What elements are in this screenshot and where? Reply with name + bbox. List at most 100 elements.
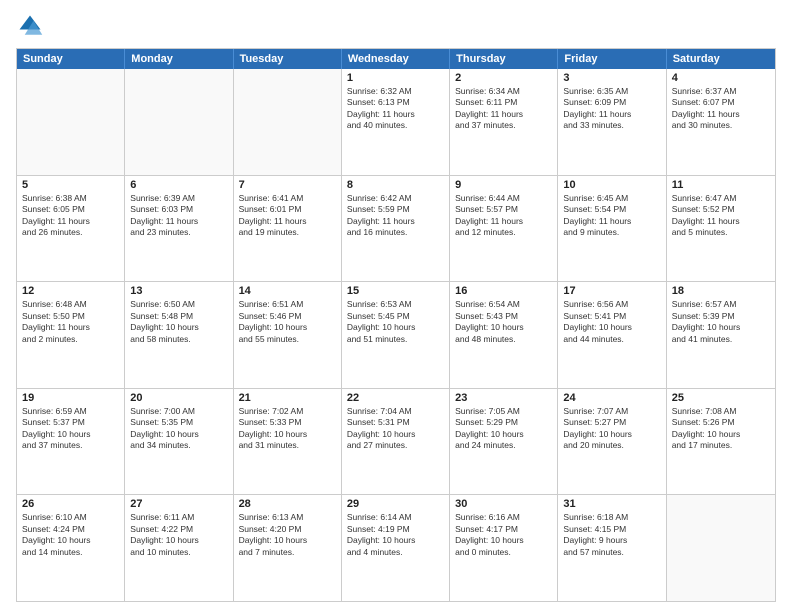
day-info: Sunrise: 6:54 AM Sunset: 5:43 PM Dayligh…: [455, 299, 552, 345]
day-number: 17: [563, 285, 660, 297]
day-number: 27: [130, 498, 227, 510]
day-number: 9: [455, 179, 552, 191]
day-cell-23: 23 Sunrise: 7:05 AM Sunset: 5:29 PM Dayli…: [450, 389, 558, 495]
calendar: SundayMondayTuesdayWednesdayThursdayFrid…: [16, 48, 776, 602]
day-cell-27: 27 Sunrise: 6:11 AM Sunset: 4:22 PM Dayli…: [125, 495, 233, 601]
day-cell-26: 26Sunrise: 6:10 AM Sunset: 4:24 PM Dayli…: [17, 495, 125, 601]
day-info: Sunrise: 6:13 AM Sunset: 4:20 PM Dayligh…: [239, 512, 336, 558]
day-number: 29: [347, 498, 444, 510]
day-number: 8: [347, 179, 444, 191]
day-info: Sunrise: 6:50 AM Sunset: 5:48 PM Dayligh…: [130, 299, 227, 345]
header-day-wednesday: Wednesday: [342, 49, 450, 69]
empty-cell: [17, 69, 125, 175]
day-cell-21: 21Sunrise: 7:02 AM Sunset: 5:33 PM Dayli…: [234, 389, 342, 495]
day-number: 11: [672, 179, 770, 191]
day-info: Sunrise: 6:37 AM Sunset: 6:07 PM Dayligh…: [672, 86, 770, 132]
calendar-row-1: 5Sunrise: 6:38 AM Sunset: 6:05 PM Daylig…: [17, 176, 775, 283]
header-day-friday: Friday: [558, 49, 666, 69]
day-info: Sunrise: 6:35 AM Sunset: 6:09 PM Dayligh…: [563, 86, 660, 132]
day-cell-10: 10 Sunrise: 6:45 AM Sunset: 5:54 PM Dayli…: [558, 176, 666, 282]
header-day-saturday: Saturday: [667, 49, 775, 69]
day-info: Sunrise: 6:38 AM Sunset: 6:05 PM Dayligh…: [22, 193, 119, 239]
day-cell-19: 19Sunrise: 6:59 AM Sunset: 5:37 PM Dayli…: [17, 389, 125, 495]
day-cell-11: 11 Sunrise: 6:47 AM Sunset: 5:52 PM Dayli…: [667, 176, 775, 282]
day-number: 14: [239, 285, 336, 297]
day-info: Sunrise: 6:11 AM Sunset: 4:22 PM Dayligh…: [130, 512, 227, 558]
day-info: Sunrise: 7:05 AM Sunset: 5:29 PM Dayligh…: [455, 406, 552, 452]
day-cell-16: 16 Sunrise: 6:54 AM Sunset: 5:43 PM Dayli…: [450, 282, 558, 388]
day-number: 26: [22, 498, 119, 510]
day-number: 12: [22, 285, 119, 297]
day-number: 15: [347, 285, 444, 297]
day-number: 1: [347, 72, 444, 84]
day-number: 10: [563, 179, 660, 191]
day-info: Sunrise: 6:42 AM Sunset: 5:59 PM Dayligh…: [347, 193, 444, 239]
header-day-sunday: Sunday: [17, 49, 125, 69]
day-number: 23: [455, 392, 552, 404]
empty-cell: [234, 69, 342, 175]
calendar-body: 1 Sunrise: 6:32 AM Sunset: 6:13 PM Daylig…: [17, 69, 775, 601]
day-info: Sunrise: 6:56 AM Sunset: 5:41 PM Dayligh…: [563, 299, 660, 345]
calendar-row-3: 19Sunrise: 6:59 AM Sunset: 5:37 PM Dayli…: [17, 389, 775, 496]
logo-icon: [16, 12, 44, 40]
day-number: 6: [130, 179, 227, 191]
day-info: Sunrise: 6:18 AM Sunset: 4:15 PM Dayligh…: [563, 512, 660, 558]
day-number: 22: [347, 392, 444, 404]
day-cell-25: 25 Sunrise: 7:08 AM Sunset: 5:26 PM Dayli…: [667, 389, 775, 495]
day-number: 28: [239, 498, 336, 510]
calendar-row-2: 12Sunrise: 6:48 AM Sunset: 5:50 PM Dayli…: [17, 282, 775, 389]
day-info: Sunrise: 6:51 AM Sunset: 5:46 PM Dayligh…: [239, 299, 336, 345]
empty-cell: [125, 69, 233, 175]
day-info: Sunrise: 6:34 AM Sunset: 6:11 PM Dayligh…: [455, 86, 552, 132]
day-info: Sunrise: 7:08 AM Sunset: 5:26 PM Dayligh…: [672, 406, 770, 452]
day-info: Sunrise: 6:39 AM Sunset: 6:03 PM Dayligh…: [130, 193, 227, 239]
header-day-thursday: Thursday: [450, 49, 558, 69]
day-cell-1: 1 Sunrise: 6:32 AM Sunset: 6:13 PM Daylig…: [342, 69, 450, 175]
day-cell-5: 5Sunrise: 6:38 AM Sunset: 6:05 PM Daylig…: [17, 176, 125, 282]
day-info: Sunrise: 6:14 AM Sunset: 4:19 PM Dayligh…: [347, 512, 444, 558]
day-number: 4: [672, 72, 770, 84]
day-number: 13: [130, 285, 227, 297]
day-cell-29: 29 Sunrise: 6:14 AM Sunset: 4:19 PM Dayli…: [342, 495, 450, 601]
day-info: Sunrise: 6:44 AM Sunset: 5:57 PM Dayligh…: [455, 193, 552, 239]
day-number: 31: [563, 498, 660, 510]
day-cell-14: 14 Sunrise: 6:51 AM Sunset: 5:46 PM Dayli…: [234, 282, 342, 388]
day-cell-13: 13 Sunrise: 6:50 AM Sunset: 5:48 PM Dayli…: [125, 282, 233, 388]
day-cell-3: 3 Sunrise: 6:35 AM Sunset: 6:09 PM Daylig…: [558, 69, 666, 175]
calendar-row-4: 26Sunrise: 6:10 AM Sunset: 4:24 PM Dayli…: [17, 495, 775, 601]
day-number: 7: [239, 179, 336, 191]
day-info: Sunrise: 6:59 AM Sunset: 5:37 PM Dayligh…: [22, 406, 119, 452]
header-day-monday: Monday: [125, 49, 233, 69]
day-number: 3: [563, 72, 660, 84]
day-number: 20: [130, 392, 227, 404]
day-cell-2: 2Sunrise: 6:34 AM Sunset: 6:11 PM Daylig…: [450, 69, 558, 175]
day-cell-9: 9 Sunrise: 6:44 AM Sunset: 5:57 PM Daylig…: [450, 176, 558, 282]
day-info: Sunrise: 7:04 AM Sunset: 5:31 PM Dayligh…: [347, 406, 444, 452]
day-cell-4: 4 Sunrise: 6:37 AM Sunset: 6:07 PM Daylig…: [667, 69, 775, 175]
day-cell-17: 17 Sunrise: 6:56 AM Sunset: 5:41 PM Dayli…: [558, 282, 666, 388]
calendar-row-0: 1 Sunrise: 6:32 AM Sunset: 6:13 PM Daylig…: [17, 69, 775, 176]
day-info: Sunrise: 6:16 AM Sunset: 4:17 PM Dayligh…: [455, 512, 552, 558]
page-header: [16, 12, 776, 40]
day-cell-28: 28 Sunrise: 6:13 AM Sunset: 4:20 PM Dayli…: [234, 495, 342, 601]
header-day-tuesday: Tuesday: [234, 49, 342, 69]
day-cell-30: 30 Sunrise: 6:16 AM Sunset: 4:17 PM Dayli…: [450, 495, 558, 601]
day-info: Sunrise: 7:02 AM Sunset: 5:33 PM Dayligh…: [239, 406, 336, 452]
day-info: Sunrise: 6:47 AM Sunset: 5:52 PM Dayligh…: [672, 193, 770, 239]
day-cell-20: 20 Sunrise: 7:00 AM Sunset: 5:35 PM Dayli…: [125, 389, 233, 495]
day-number: 30: [455, 498, 552, 510]
day-number: 16: [455, 285, 552, 297]
day-number: 25: [672, 392, 770, 404]
day-info: Sunrise: 6:57 AM Sunset: 5:39 PM Dayligh…: [672, 299, 770, 345]
day-info: Sunrise: 7:00 AM Sunset: 5:35 PM Dayligh…: [130, 406, 227, 452]
day-cell-12: 12Sunrise: 6:48 AM Sunset: 5:50 PM Dayli…: [17, 282, 125, 388]
day-info: Sunrise: 7:07 AM Sunset: 5:27 PM Dayligh…: [563, 406, 660, 452]
day-cell-6: 6 Sunrise: 6:39 AM Sunset: 6:03 PM Daylig…: [125, 176, 233, 282]
day-cell-8: 8 Sunrise: 6:42 AM Sunset: 5:59 PM Daylig…: [342, 176, 450, 282]
day-info: Sunrise: 6:32 AM Sunset: 6:13 PM Dayligh…: [347, 86, 444, 132]
day-info: Sunrise: 6:45 AM Sunset: 5:54 PM Dayligh…: [563, 193, 660, 239]
empty-cell: [667, 495, 775, 601]
day-number: 24: [563, 392, 660, 404]
day-cell-7: 7 Sunrise: 6:41 AM Sunset: 6:01 PM Daylig…: [234, 176, 342, 282]
day-info: Sunrise: 6:41 AM Sunset: 6:01 PM Dayligh…: [239, 193, 336, 239]
